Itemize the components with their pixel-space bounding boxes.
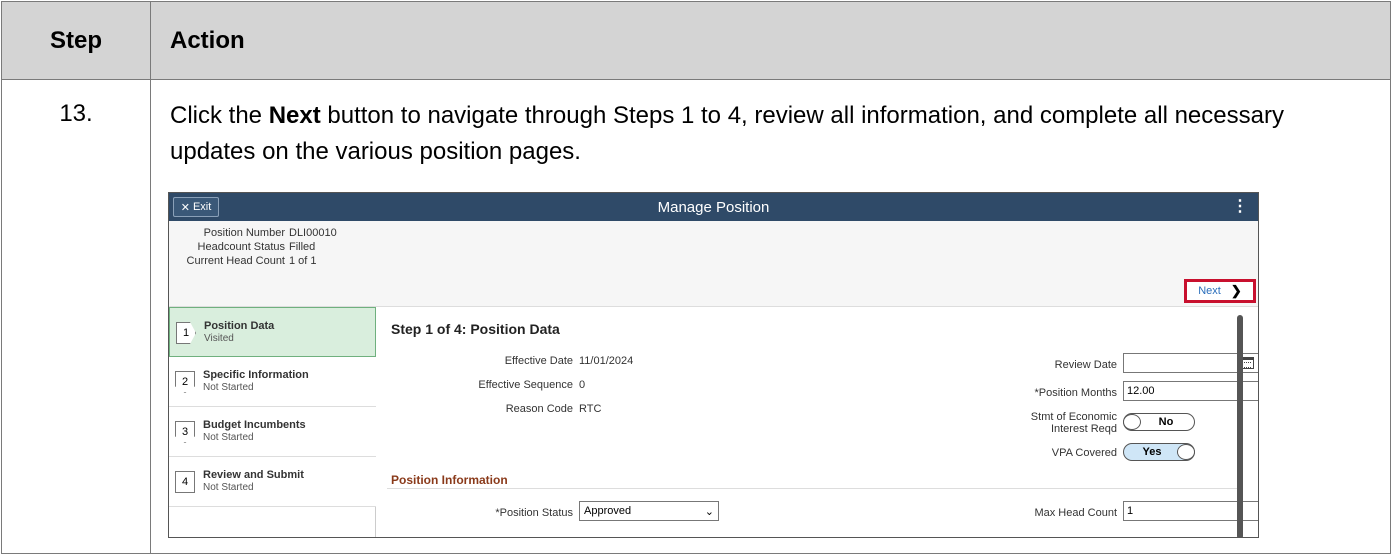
- position-status-label: *Position Status: [495, 507, 573, 519]
- header-action: Action: [170, 27, 245, 54]
- step-item-specific-information[interactable]: 2 Specific Information Not Started: [169, 357, 376, 407]
- page-title: Manage Position: [657, 198, 770, 216]
- summary-position-number: Position Number DLI00010: [203, 227, 337, 239]
- step-badge: 4: [175, 471, 195, 493]
- exit-button[interactable]: ✕ Exit: [173, 197, 219, 217]
- step-name: Position Data: [204, 320, 275, 332]
- instruction-text: Click the Next button to navigate throug…: [170, 98, 1370, 170]
- step-item-budget-incumbents[interactable]: 3 Budget Incumbents Not Started: [169, 407, 376, 457]
- toggle-label: No: [1158, 416, 1174, 428]
- manage-position-screenshot: Manage Position ✕ Exit ⋮ Position Number…: [168, 192, 1259, 538]
- effective-sequence-value: 0: [579, 379, 586, 391]
- position-summary: Position Number DLI00010 Headcount Status…: [169, 221, 1258, 307]
- position-status-select[interactable]: Approved ⌄: [579, 501, 719, 521]
- chevron-right-icon: ❯: [1230, 283, 1242, 298]
- review-date-label: Review Date: [1054, 359, 1117, 371]
- step-state: Not Started: [203, 382, 254, 393]
- effective-date-label: Effective Date: [504, 355, 573, 367]
- step-navigator: 1 Position Data Visited 2 Specific Infor…: [169, 307, 376, 537]
- step-state: Visited: [204, 333, 234, 344]
- column-divider: [150, 2, 151, 554]
- reason-code-label: Reason Code: [505, 403, 573, 415]
- step-state: Not Started: [203, 432, 254, 443]
- effective-date-value: 11/01/2024: [579, 355, 634, 367]
- toggle-label: Yes: [1142, 446, 1162, 458]
- more-actions-icon[interactable]: ⋮: [1232, 197, 1248, 217]
- stmt-economic-interest-label: Stmt of Economic Interest Reqd: [1030, 411, 1117, 435]
- vpa-covered-label: VPA Covered: [1051, 447, 1117, 459]
- section-divider: [387, 488, 1237, 489]
- step-name: Review and Submit: [203, 469, 304, 481]
- step-badge: 3: [175, 421, 195, 443]
- next-button[interactable]: Next ❯: [1184, 279, 1256, 303]
- close-icon: ✕: [180, 201, 190, 214]
- vpa-covered-toggle[interactable]: Yes: [1123, 443, 1195, 461]
- next-label: Next: [1198, 285, 1221, 297]
- summary-headcount-status: Headcount Status Filled: [197, 241, 316, 253]
- step-badge: 1: [176, 322, 196, 344]
- step-number: 13.: [59, 100, 93, 127]
- effective-sequence-label: Effective Sequence: [478, 379, 573, 391]
- reason-code-value: RTC: [579, 403, 602, 415]
- step-item-position-data[interactable]: 1 Position Data Visited: [169, 307, 376, 357]
- section-title: Position Information: [391, 473, 508, 487]
- step-state: Not Started: [203, 482, 254, 493]
- toggle-knob: [1123, 414, 1141, 430]
- scrollbar[interactable]: [1237, 315, 1243, 537]
- max-head-count-label: Max Head Count: [1034, 507, 1117, 519]
- exit-label: Exit: [192, 201, 212, 213]
- position-months-label: *Position Months: [1034, 387, 1117, 399]
- instruction-bold: Next: [268, 102, 321, 129]
- step-name: Budget Incumbents: [203, 419, 306, 431]
- step-badge: 2: [175, 371, 195, 393]
- content-title: Step 1 of 4: Position Data: [391, 321, 560, 337]
- position-data-panel: Step 1 of 4: Position Data Effective Dat…: [377, 307, 1258, 537]
- step-name: Specific Information: [203, 369, 309, 381]
- summary-current-head-count: Current Head Count 1 of 1: [186, 255, 317, 267]
- instruction-pre: Click the: [170, 102, 269, 129]
- instruction-post: button to navigate through Steps 1 to 4,…: [170, 102, 1284, 165]
- stmt-economic-interest-toggle[interactable]: No: [1123, 413, 1195, 431]
- step-item-review-and-submit[interactable]: 4 Review and Submit Not Started: [169, 457, 376, 507]
- header-step: Step: [49, 27, 102, 54]
- chevron-down-icon: ⌄: [704, 505, 714, 518]
- toggle-knob: [1177, 444, 1195, 460]
